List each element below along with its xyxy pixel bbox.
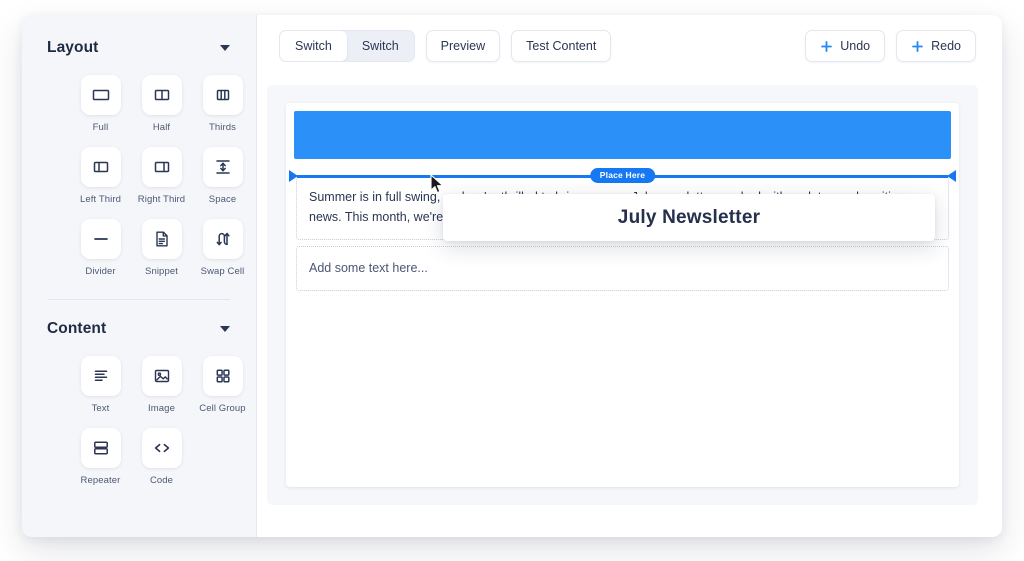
snippet-icon [141, 219, 182, 259]
tool-label: Text [91, 403, 110, 414]
segment-switch-desktop[interactable]: Switch [280, 31, 347, 61]
tool-label: Repeater [80, 475, 121, 486]
plus-icon [820, 40, 833, 53]
tool-divider[interactable]: Divider [70, 219, 131, 277]
sidebar-section-header-layout[interactable]: Layout [22, 39, 256, 57]
tool-label: Cell Group [199, 403, 246, 414]
email-canvas[interactable]: Place Here Summer is in full swing, and … [267, 85, 978, 505]
tool-label: Code [149, 475, 174, 486]
tool-label: Right Third [137, 194, 186, 205]
chevron-down-icon[interactable] [220, 326, 230, 332]
code-icon [141, 428, 182, 468]
layout-tool-grid: Full Half Thirds Left Third Right Third … [22, 75, 256, 277]
image-icon [141, 356, 182, 396]
content-tool-grid: Text Image Cell Group Repeater Code [22, 356, 256, 486]
tool-label: Thirds [209, 122, 236, 133]
sidebar-divider [48, 299, 230, 300]
editor-toolbar: Switch Switch Preview Test Content Undo [257, 15, 1002, 77]
undo-button-label: Undo [840, 39, 871, 53]
plus-icon [911, 40, 924, 53]
tool-full[interactable]: Full [70, 75, 131, 133]
tool-label: Divider [85, 266, 116, 277]
tool-text[interactable]: Text [70, 356, 131, 414]
tool-image[interactable]: Image [131, 356, 192, 414]
tool-label: Half [152, 122, 171, 133]
chevron-down-icon[interactable] [220, 45, 230, 51]
tool-thirds[interactable]: Thirds [192, 75, 253, 133]
layout-half-icon [141, 75, 182, 115]
app-window: Layout Full Half Thirds Left Third Right… [22, 15, 1002, 537]
empty-text-placeholder: Add some text here... [309, 261, 428, 275]
text-icon [80, 356, 121, 396]
sidebar-section-header-content[interactable]: Content [22, 320, 256, 338]
empty-text-cell[interactable]: Add some text here... [296, 246, 949, 291]
redo-button-label: Redo [931, 39, 961, 53]
hero-banner-block[interactable] [294, 111, 951, 159]
divider-icon [80, 219, 121, 259]
layout-right-third-icon [141, 147, 182, 187]
main-area: Switch Switch Preview Test Content Undo [257, 15, 1002, 537]
tool-label: Snippet [145, 266, 178, 277]
sidebar-section-title-content: Content [47, 320, 107, 337]
undo-button[interactable]: Undo [805, 30, 886, 62]
cell-group-icon [202, 356, 243, 396]
tool-snippet[interactable]: Snippet [131, 219, 192, 277]
tool-repeater[interactable]: Repeater [70, 428, 131, 486]
tool-code[interactable]: Code [131, 428, 192, 486]
canvas-wrapper: Place Here Summer is in full swing, and … [257, 77, 1002, 537]
drag-ghost-card: July Newsletter [443, 194, 935, 241]
switch-segmented-control: Switch Switch [279, 30, 415, 62]
layout-left-third-icon [80, 147, 121, 187]
tool-half[interactable]: Half [131, 75, 192, 133]
space-icon [202, 147, 243, 187]
component-sidebar: Layout Full Half Thirds Left Third Right… [22, 15, 257, 537]
test-content-button[interactable]: Test Content [511, 30, 612, 62]
repeater-icon [80, 428, 121, 468]
tool-label: Swap Cell [200, 266, 245, 277]
email-page[interactable]: Place Here Summer is in full swing, and … [286, 103, 959, 487]
tool-space[interactable]: Space [192, 147, 253, 205]
layout-thirds-icon [202, 75, 243, 115]
tool-left-third[interactable]: Left Third [70, 147, 131, 205]
tool-label: Image [148, 403, 175, 414]
sidebar-section-title-layout: Layout [47, 39, 99, 56]
swap-cell-icon [202, 219, 243, 259]
tool-cell-group[interactable]: Cell Group [192, 356, 253, 414]
layout-full-icon [80, 75, 121, 115]
tool-swap-cell[interactable]: Swap Cell [192, 219, 253, 277]
preview-button[interactable]: Preview [425, 30, 501, 62]
segment-switch-mobile[interactable]: Switch [347, 31, 414, 61]
tool-label: Left Third [80, 194, 121, 205]
tool-right-third[interactable]: Right Third [131, 147, 192, 205]
drag-ghost-title: July Newsletter [617, 206, 761, 228]
tool-label: Full [92, 122, 109, 133]
tool-label: Space [208, 194, 237, 205]
redo-button[interactable]: Redo [896, 30, 976, 62]
